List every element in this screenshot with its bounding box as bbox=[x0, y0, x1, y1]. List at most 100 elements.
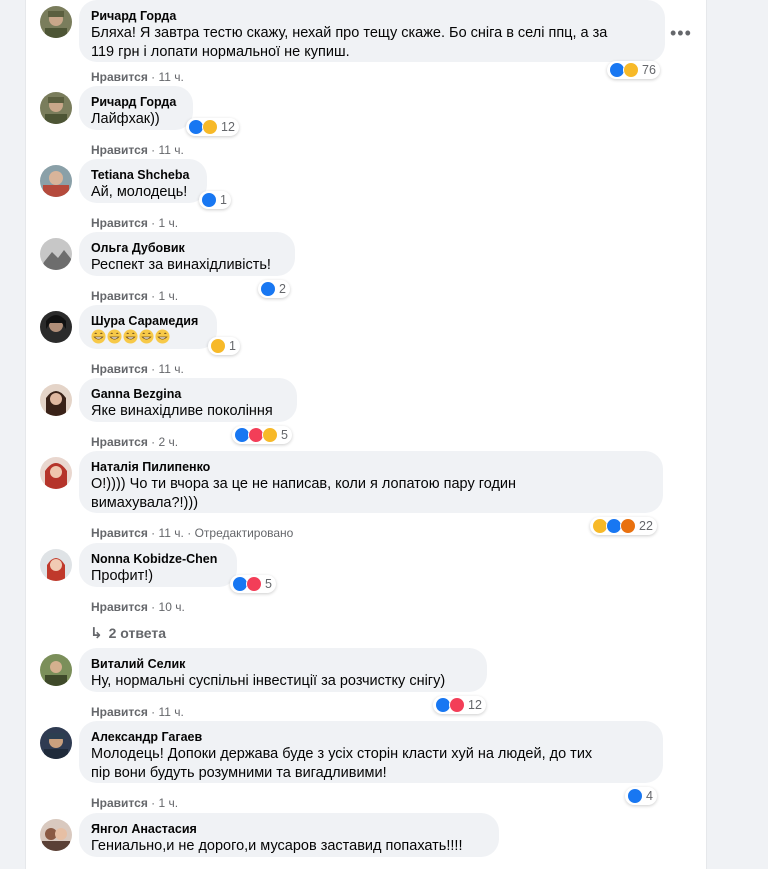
reaction-summary[interactable]: 5 bbox=[232, 426, 292, 444]
avatar[interactable] bbox=[40, 92, 72, 124]
emoji-row bbox=[91, 329, 205, 348]
reaction-count: 5 bbox=[265, 577, 272, 591]
edited-label[interactable]: Отредактировано bbox=[195, 526, 294, 540]
avatar[interactable] bbox=[40, 6, 72, 38]
comment-author[interactable]: Наталія Пилипенко bbox=[91, 459, 651, 475]
like-link[interactable]: Нравится bbox=[91, 526, 148, 540]
like-link[interactable]: Нравится bbox=[91, 796, 148, 810]
avatar[interactable] bbox=[40, 654, 72, 686]
comment-time[interactable]: 1 ч. bbox=[159, 796, 179, 810]
comment-bubble: Александр Гагаев Молодець! Допоки держав… bbox=[79, 721, 663, 783]
comment-bubble: Ольга Дубовик Респект за винахідливість! bbox=[79, 232, 295, 276]
comment-time[interactable]: 11 ч. bbox=[159, 70, 184, 84]
avatar[interactable] bbox=[40, 819, 72, 851]
comment-text-line: Гениально,и не дорого,и мусаров заставид… bbox=[91, 838, 463, 854]
comment-text-line: Бляха! Я завтра тестю скажу, нехай про т… bbox=[91, 25, 608, 41]
comment-bubble: Виталий Селик Ну, нормальні суспільні ін… bbox=[79, 648, 487, 692]
more-horizontal-icon[interactable]: ••• bbox=[670, 24, 692, 42]
avatar[interactable] bbox=[40, 311, 72, 343]
comment-bubble: Nonna Kobidze-Chen Профит!) bbox=[79, 543, 237, 587]
comment-actions: Нравится · 11 ч. bbox=[91, 142, 184, 158]
reaction-summary[interactable]: 5 bbox=[230, 575, 276, 593]
comment-author[interactable]: Ричард Горда bbox=[91, 8, 653, 24]
avatar[interactable] bbox=[40, 727, 72, 759]
grinning-emoji-icon bbox=[123, 329, 138, 344]
comment-text-line: Ну, нормальні суспільні інвестиції за ро… bbox=[91, 673, 446, 689]
separator: · bbox=[151, 705, 156, 719]
comment-time[interactable]: 10 ч. bbox=[159, 600, 185, 614]
reaction-summary[interactable]: 1 bbox=[199, 191, 231, 209]
like-link[interactable]: Нравится bbox=[91, 70, 148, 84]
reaction-summary[interactable]: 12 bbox=[433, 696, 486, 714]
comment-actions: Нравится · 11 ч. bbox=[91, 69, 184, 85]
comment-author[interactable]: Александр Гагаев bbox=[91, 729, 651, 745]
reaction-count: 76 bbox=[642, 63, 656, 77]
avatar[interactable] bbox=[40, 165, 72, 197]
separator: · bbox=[151, 526, 156, 540]
like-link[interactable]: Нравится bbox=[91, 289, 148, 303]
reaction-summary[interactable]: 4 bbox=[625, 787, 657, 805]
comment-text-line: Лайфхак)) bbox=[91, 111, 160, 127]
comment-time[interactable]: 11 ч. bbox=[159, 705, 184, 719]
separator: · bbox=[151, 143, 156, 157]
avatar[interactable] bbox=[40, 238, 72, 270]
comment-actions: Нравится · 1 ч. bbox=[91, 288, 178, 304]
like-link[interactable]: Нравится bbox=[91, 705, 148, 719]
view-replies-link[interactable]: ↳ 2 ответа bbox=[90, 624, 166, 642]
avatar[interactable] bbox=[40, 549, 72, 581]
comment-time[interactable]: 11 ч. bbox=[159, 362, 184, 376]
grinning-emoji-icon bbox=[155, 329, 170, 344]
comment-bubble: Янгол Анастасия Гениально,и не дорого,и … bbox=[79, 813, 499, 857]
like-link[interactable]: Нравится bbox=[91, 362, 148, 376]
comment-time[interactable]: 2 ч. bbox=[159, 435, 179, 449]
comment-author[interactable]: Ganna Bezgina bbox=[91, 386, 285, 402]
comment-actions: Нравится · 11 ч. bbox=[91, 704, 184, 720]
reaction-count: 1 bbox=[220, 193, 227, 207]
comment-author[interactable]: Nonna Kobidze-Chen bbox=[91, 551, 225, 567]
avatar[interactable] bbox=[40, 384, 72, 416]
comment-time[interactable]: 11 ч. bbox=[159, 526, 184, 540]
comment-text-line: О!)))) Чо ти вчора за це не написав, кол… bbox=[91, 476, 517, 492]
comment-actions: Нравится · 11 ч. bbox=[91, 361, 184, 377]
separator: · bbox=[151, 796, 156, 810]
comment-actions: Нравится · 10 ч. bbox=[91, 599, 185, 615]
avatar[interactable] bbox=[40, 457, 72, 489]
comment-time[interactable]: 1 ч. bbox=[159, 216, 179, 230]
grinning-emoji-icon bbox=[91, 329, 106, 344]
haha-reaction-icon bbox=[262, 427, 278, 443]
comment-bubble: Ganna Bezgina Яке винахідливе покоління bbox=[79, 378, 297, 422]
separator: · bbox=[151, 600, 156, 614]
comment-time[interactable]: 1 ч. bbox=[159, 289, 179, 303]
comment-time[interactable]: 11 ч. bbox=[159, 143, 184, 157]
comment-author[interactable]: Виталий Селик bbox=[91, 656, 475, 672]
comment-actions: Нравится · 11 ч. · Отредактировано bbox=[91, 525, 293, 541]
haha-reaction-icon bbox=[623, 62, 639, 78]
comment-bubble: Tetiana Shcheba Ай, молодець! bbox=[79, 159, 207, 203]
reaction-summary[interactable]: 22 bbox=[590, 517, 657, 535]
comments-panel: Ричард Горда Бляха! Я завтра тестю скажу… bbox=[26, 0, 706, 869]
reaction-summary[interactable]: 2 bbox=[258, 280, 290, 298]
grinning-emoji-icon bbox=[107, 329, 122, 344]
reaction-count: 5 bbox=[281, 428, 288, 442]
comment-actions: Нравится · 1 ч. bbox=[91, 215, 178, 231]
comment-author[interactable]: Ричард Горда bbox=[91, 94, 181, 110]
comment-author[interactable]: Tetiana Shcheba bbox=[91, 167, 195, 183]
comment-author[interactable]: Шура Сарамедия bbox=[91, 313, 205, 329]
like-reaction-icon bbox=[260, 281, 276, 297]
reply-arrow-icon: ↳ bbox=[90, 625, 103, 642]
reaction-summary[interactable]: 12 bbox=[186, 118, 239, 136]
reaction-count: 1 bbox=[229, 339, 236, 353]
reaction-count: 2 bbox=[279, 282, 286, 296]
reaction-summary[interactable]: 1 bbox=[208, 337, 240, 355]
comment-text-line: вимахувала?!))) bbox=[91, 495, 199, 511]
reaction-summary[interactable]: 76 bbox=[607, 61, 660, 79]
like-link[interactable]: Нравится bbox=[91, 600, 148, 614]
comment-actions: Нравится · 1 ч. bbox=[91, 795, 178, 811]
comment-bubble: Ричард Горда Лайфхак)) bbox=[79, 86, 193, 130]
like-link[interactable]: Нравится bbox=[91, 143, 148, 157]
like-link[interactable]: Нравится bbox=[91, 435, 148, 449]
comment-author[interactable]: Ольга Дубовик bbox=[91, 240, 283, 256]
comment-author[interactable]: Янгол Анастасия bbox=[91, 821, 487, 837]
like-link[interactable]: Нравится bbox=[91, 216, 148, 230]
comment-text-line: Ай, молодець! bbox=[91, 184, 188, 200]
